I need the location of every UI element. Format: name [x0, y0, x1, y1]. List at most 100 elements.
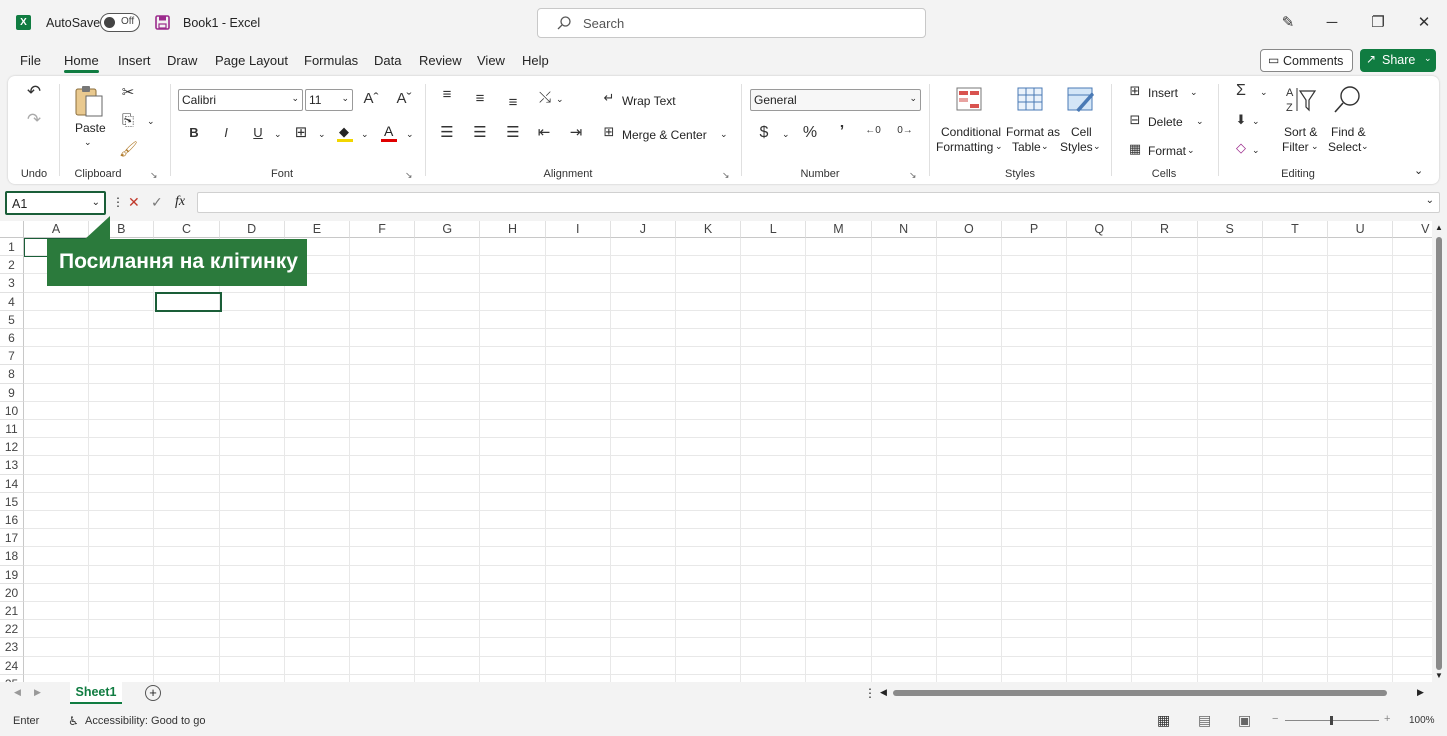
- chevron-down-icon[interactable]: ⌄: [1252, 145, 1260, 156]
- normal-view-icon[interactable]: ▦: [1157, 712, 1170, 729]
- row-header-13[interactable]: 13: [0, 456, 24, 475]
- align-left-icon[interactable]: ☰: [438, 123, 456, 141]
- column-header-u[interactable]: U: [1328, 221, 1394, 238]
- cancel-entry-icon[interactable]: ✕: [128, 194, 140, 211]
- column-header-k[interactable]: K: [676, 221, 742, 238]
- next-sheet-icon[interactable]: ▶: [34, 687, 41, 698]
- chevron-down-icon[interactable]: ⌄: [1041, 141, 1049, 152]
- format-as-table-icon[interactable]: [1016, 86, 1046, 114]
- share-button[interactable]: ↗ Share ⌄: [1360, 49, 1436, 72]
- chevron-down-icon[interactable]: ⌄: [318, 129, 326, 140]
- sort-filter-label-2[interactable]: Filter: [1282, 140, 1309, 154]
- column-header-c[interactable]: C: [154, 221, 220, 238]
- dialog-launcher-icon[interactable]: ↘: [722, 170, 730, 181]
- column-header-r[interactable]: R: [1132, 221, 1198, 238]
- column-header-a[interactable]: A: [24, 221, 90, 238]
- tab-help[interactable]: Help: [522, 53, 549, 68]
- sort-filter-label-1[interactable]: Sort &: [1284, 125, 1317, 139]
- row-header-6[interactable]: 6: [0, 329, 24, 348]
- format-label[interactable]: Format: [1148, 144, 1186, 158]
- tab-file[interactable]: File: [20, 53, 41, 68]
- top-align-icon[interactable]: ≡: [438, 86, 456, 103]
- format-as-table-label-1[interactable]: Format as: [1006, 125, 1060, 139]
- insert-label[interactable]: Insert: [1148, 86, 1178, 100]
- autosum-icon[interactable]: Σ: [1232, 82, 1250, 100]
- chevron-down-icon[interactable]: ⌄: [1196, 116, 1204, 127]
- chevron-down-icon[interactable]: ⌄: [1424, 53, 1432, 64]
- decrease-indent-icon[interactable]: ⇤: [535, 123, 553, 141]
- chevron-down-icon[interactable]: ⌄: [720, 129, 728, 140]
- row-header-19[interactable]: 19: [0, 565, 24, 584]
- middle-align-icon[interactable]: ≡: [471, 90, 489, 107]
- row-header-21[interactable]: 21: [0, 602, 24, 621]
- merge-center-icon[interactable]: ⊞: [600, 124, 618, 140]
- undo-icon[interactable]: ↶: [25, 82, 43, 102]
- align-center-icon[interactable]: ☰: [471, 123, 489, 141]
- number-format-combo[interactable]: General ⌄: [750, 89, 921, 111]
- italic-icon[interactable]: I: [218, 125, 234, 140]
- column-header-i[interactable]: I: [545, 221, 611, 238]
- wrap-text-label[interactable]: Wrap Text: [622, 94, 676, 108]
- underline-icon[interactable]: U: [250, 125, 266, 140]
- chevron-down-icon[interactable]: ⌄: [1311, 141, 1319, 152]
- chevron-down-icon[interactable]: ⌄: [1187, 145, 1195, 156]
- chevron-down-icon[interactable]: ⌄: [361, 129, 369, 140]
- restore-button[interactable]: ❐: [1368, 13, 1388, 33]
- tab-page-layout[interactable]: Page Layout: [215, 53, 288, 68]
- paste-label[interactable]: Paste: [75, 121, 106, 135]
- row-header-25[interactable]: 25: [0, 674, 24, 682]
- row-header-23[interactable]: 23: [0, 638, 24, 657]
- comma-style-icon[interactable]: ’: [835, 123, 849, 141]
- column-header-f[interactable]: F: [350, 221, 416, 238]
- column-header-o[interactable]: O: [936, 221, 1002, 238]
- percent-icon[interactable]: %: [801, 124, 819, 142]
- pen-icon[interactable]: ✎: [1278, 13, 1298, 33]
- tab-draw[interactable]: Draw: [167, 53, 197, 68]
- chevron-down-icon[interactable]: ⌄: [1093, 141, 1101, 152]
- row-header-8[interactable]: 8: [0, 365, 24, 384]
- font-size-combo[interactable]: 11 ⌄: [305, 89, 353, 111]
- row-header-12[interactable]: 12: [0, 438, 24, 457]
- row-header-14[interactable]: 14: [0, 474, 24, 493]
- row-header-9[interactable]: 9: [0, 383, 24, 402]
- column-header-v[interactable]: V: [1393, 221, 1432, 238]
- column-header-p[interactable]: P: [1002, 221, 1068, 238]
- select-all-corner[interactable]: [0, 221, 24, 238]
- dialog-launcher-icon[interactable]: ↘: [150, 170, 158, 181]
- scroll-right-icon[interactable]: ▶: [1417, 687, 1424, 698]
- zoom-out-icon[interactable]: −: [1272, 713, 1278, 725]
- row-header-5[interactable]: 5: [0, 310, 24, 329]
- chevron-down-icon[interactable]: ⌄: [995, 141, 1003, 152]
- prev-sheet-icon[interactable]: ◀: [14, 687, 21, 698]
- row-header-11[interactable]: 11: [0, 420, 24, 439]
- column-header-h[interactable]: H: [480, 221, 546, 238]
- merge-center-label[interactable]: Merge & Center: [622, 128, 707, 142]
- row-header-3[interactable]: 3: [0, 274, 24, 293]
- conditional-formatting-label-2[interactable]: Formatting: [936, 140, 993, 154]
- insert-function-icon[interactable]: fx: [175, 194, 185, 210]
- tab-review[interactable]: Review: [419, 53, 462, 68]
- row-header-20[interactable]: 20: [0, 583, 24, 602]
- sheet-tab-sheet1[interactable]: Sheet1: [70, 682, 122, 704]
- tab-home[interactable]: Home: [64, 53, 99, 68]
- orientation-icon[interactable]: ⤯: [535, 89, 555, 106]
- row-header-17[interactable]: 17: [0, 529, 24, 548]
- chevron-down-icon[interactable]: ⌄: [1361, 141, 1369, 152]
- autosave-toggle[interactable]: Off: [100, 13, 140, 32]
- tab-formulas[interactable]: Formulas: [304, 53, 358, 68]
- fill-color-icon[interactable]: ◆: [337, 124, 355, 142]
- scroll-down-icon[interactable]: ▼: [1435, 671, 1443, 680]
- font-color-icon[interactable]: A: [381, 123, 399, 142]
- delete-cells-icon[interactable]: ⊟: [1126, 112, 1144, 128]
- scrollbar-thumb[interactable]: [1436, 237, 1442, 670]
- cell-styles-label-2[interactable]: Styles: [1060, 140, 1093, 154]
- chevron-down-icon[interactable]: ⌄: [147, 116, 155, 127]
- copy-icon[interactable]: ⎘: [119, 112, 137, 129]
- close-button[interactable]: ✕: [1414, 13, 1434, 33]
- increase-indent-icon[interactable]: ⇥: [567, 123, 585, 141]
- currency-icon[interactable]: $: [756, 124, 772, 142]
- page-break-view-icon[interactable]: ▣: [1238, 712, 1251, 729]
- fill-icon[interactable]: ⬇: [1232, 112, 1250, 128]
- row-header-16[interactable]: 16: [0, 511, 24, 530]
- insert-cells-icon[interactable]: ⊞: [1126, 83, 1144, 99]
